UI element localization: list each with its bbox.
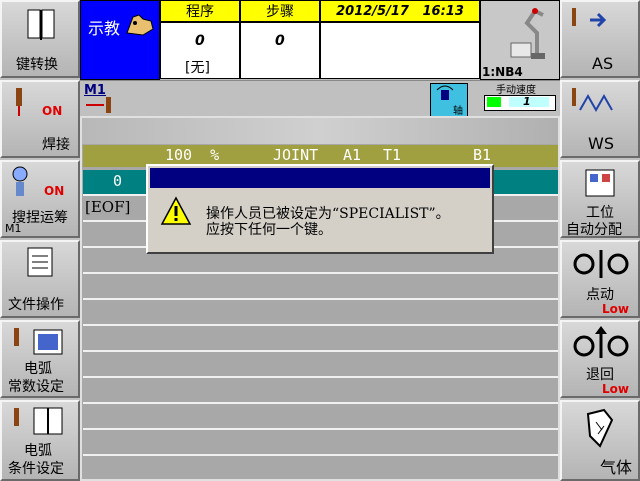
ws-label: WS xyxy=(588,134,614,153)
weld-label: 焊接 xyxy=(42,137,70,153)
file-operation-label: 文件操作 xyxy=(8,297,64,313)
station-label-2: 自动分配 xyxy=(566,222,622,238)
retract-icon xyxy=(573,326,629,358)
program-panel-titlebar xyxy=(82,118,558,144)
weld-arrow-icon xyxy=(572,8,607,28)
jog-button[interactable]: 点动 Low xyxy=(560,240,640,318)
override-value: 100 % xyxy=(165,146,220,164)
file-icon xyxy=(27,247,53,277)
retract-button[interactable]: 退回 Low xyxy=(560,320,640,398)
row-0-number: 0 xyxy=(113,172,123,190)
datetime-display: 2012/5/17 16:13 xyxy=(320,0,480,22)
program-header: 程序 xyxy=(160,0,240,22)
weave-icon xyxy=(572,88,613,113)
tool-value: T1 xyxy=(383,146,402,164)
row-divider xyxy=(83,272,558,274)
row-divider xyxy=(83,402,558,404)
weld-on-badge: ON xyxy=(42,104,63,118)
torch-icon xyxy=(86,97,111,113)
jog-label: 点动 xyxy=(586,287,614,303)
sub-status-bar: M1 轴 手动速度 1 xyxy=(80,80,560,117)
row-divider xyxy=(83,428,558,430)
robot-label: 1:NB4 xyxy=(482,65,523,79)
m1-indicator: M1 xyxy=(84,83,118,113)
arc-constant-label-1: 电弧 xyxy=(24,361,52,377)
arc-constant-icon xyxy=(14,328,63,355)
jog-icon xyxy=(573,250,629,278)
key-switch-button[interactable]: 键转换 xyxy=(0,0,80,78)
arc-condition-label-2: 条件设定 xyxy=(8,461,64,477)
eof-label: [EOF] xyxy=(85,198,131,216)
teach-hand-icon xyxy=(126,14,154,36)
manual-speed[interactable]: 手动速度 1 xyxy=(484,81,556,115)
ws-button[interactable]: WS xyxy=(560,80,640,158)
search-robot-icon xyxy=(12,166,28,196)
book-icon xyxy=(27,9,55,40)
as-button[interactable]: AS xyxy=(560,0,640,78)
mode-label: 示教 xyxy=(88,19,121,38)
station-assign-button[interactable]: 工位 自动分配 xyxy=(560,160,640,238)
step-number: 0 xyxy=(275,33,285,49)
arc-condition-label-1: 电弧 xyxy=(24,443,52,459)
robot-status: 1:NB4 xyxy=(480,0,560,80)
program-name: [无] xyxy=(185,60,210,76)
m1-label: M1 xyxy=(84,83,106,98)
program-number: 0 xyxy=(195,33,205,49)
file-operation-button[interactable]: 文件操作 xyxy=(0,240,80,318)
arc-constant-label-2: 常数设定 xyxy=(8,379,64,395)
dialog-titlebar xyxy=(150,168,490,188)
search-sub-label: M1 xyxy=(5,222,22,235)
base-value: B1 xyxy=(473,146,492,164)
retract-level: Low xyxy=(602,382,629,396)
arc-condition-button[interactable]: 电弧 条件设定 xyxy=(0,400,80,481)
speed-value: 1 xyxy=(523,95,531,108)
search-button[interactable]: ON 搜捏运筹 M1 xyxy=(0,160,80,238)
torch-icon xyxy=(16,88,22,116)
coord-system: JOINT xyxy=(273,146,319,164)
warning-icon xyxy=(160,196,192,225)
as-label: AS xyxy=(592,54,614,73)
message-area xyxy=(320,22,480,79)
row-divider xyxy=(83,350,558,352)
mode-indicator[interactable]: 示教 xyxy=(80,0,160,80)
axis-label: 轴 xyxy=(453,106,463,117)
message-dialog[interactable]: 操作人员已被设定为“SPECIALIST”。 应按下任何一个键。 xyxy=(146,164,494,254)
jog-level: Low xyxy=(602,302,629,316)
row-divider xyxy=(83,376,558,378)
robot-arm-icon xyxy=(510,8,545,59)
arc-constant-button[interactable]: 电弧 常数设定 xyxy=(0,320,80,398)
row-divider xyxy=(83,298,558,300)
axis-value: A1 xyxy=(343,146,362,164)
key-switch-label: 键转换 xyxy=(16,57,58,73)
coord-mode-button[interactable]: 轴 xyxy=(430,83,468,117)
row-divider xyxy=(83,324,558,326)
gas-label: 气体 xyxy=(600,458,633,477)
manual-speed-label: 手动速度 xyxy=(496,85,536,96)
dialog-message-line2: 应按下任何一个键。 xyxy=(206,222,332,238)
program-cell[interactable]: 0 [无] xyxy=(160,22,240,79)
step-header: 步骤 xyxy=(240,0,320,22)
gas-button[interactable]: 气体 xyxy=(560,400,640,481)
station-icon xyxy=(585,169,615,197)
gas-icon xyxy=(586,408,614,448)
weld-button[interactable]: ON 焊接 xyxy=(0,80,80,158)
speed-bar: 1 xyxy=(484,95,556,111)
arc-condition-icon xyxy=(14,407,63,435)
search-on-badge: ON xyxy=(44,184,65,198)
step-cell[interactable]: 0 xyxy=(240,22,320,79)
row-divider xyxy=(83,454,558,456)
retract-label: 退回 xyxy=(586,367,614,383)
